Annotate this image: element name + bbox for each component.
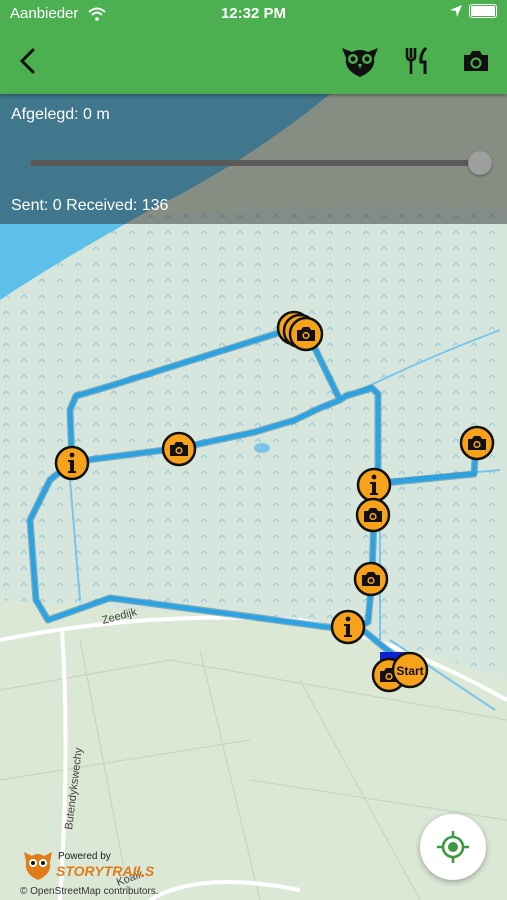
distance-label: Afgelegd: 0 m	[11, 106, 110, 123]
back-chevron-icon	[19, 48, 35, 74]
location-arrow-icon	[450, 5, 462, 17]
status-right	[449, 4, 497, 18]
progress-overlay: Afgelegd: 0 m Sent: 0 Received: 136	[0, 94, 507, 224]
start-marker[interactable]: Start	[391, 651, 429, 689]
restaurant-button[interactable]	[398, 42, 438, 80]
status-bar: Aanbieder 12:32 PM	[0, 0, 507, 28]
nav-bar	[0, 28, 507, 94]
battery-icon	[469, 4, 497, 18]
camera-marker[interactable]	[355, 497, 391, 533]
camera-marker[interactable]	[459, 425, 495, 461]
camera-marker[interactable]	[353, 561, 389, 597]
owl-button[interactable]	[340, 42, 380, 80]
brand-label: STORYTRAILS	[56, 863, 154, 879]
map-attribution[interactable]: © OpenStreetMap contributors.	[20, 886, 159, 897]
sync-counts-label: Sent: 0 Received: 136	[11, 197, 169, 214]
info-marker[interactable]	[356, 467, 392, 503]
camera-marker[interactable]	[161, 431, 197, 467]
fork-knife-icon	[405, 46, 428, 74]
powered-by-label: Powered by	[58, 851, 111, 862]
crosshair-icon	[437, 831, 469, 863]
back-button[interactable]	[8, 42, 48, 80]
camera-marker[interactable]	[288, 316, 324, 352]
start-label: Start	[396, 664, 423, 678]
owl-icon	[342, 48, 378, 77]
progress-slider-track[interactable]	[30, 160, 480, 166]
clock: 12:32 PM	[220, 5, 287, 22]
info-marker[interactable]	[330, 609, 366, 645]
info-marker[interactable]	[54, 445, 90, 481]
progress-slider-thumb[interactable]	[468, 151, 492, 175]
storytrails-owl-icon: Powered by STORYTRAILS	[24, 851, 155, 880]
my-location-button[interactable]	[420, 814, 486, 880]
camera-icon	[464, 51, 488, 71]
camera-button[interactable]	[456, 42, 496, 80]
storytrails-logo: Powered by STORYTRAILS	[22, 846, 155, 887]
